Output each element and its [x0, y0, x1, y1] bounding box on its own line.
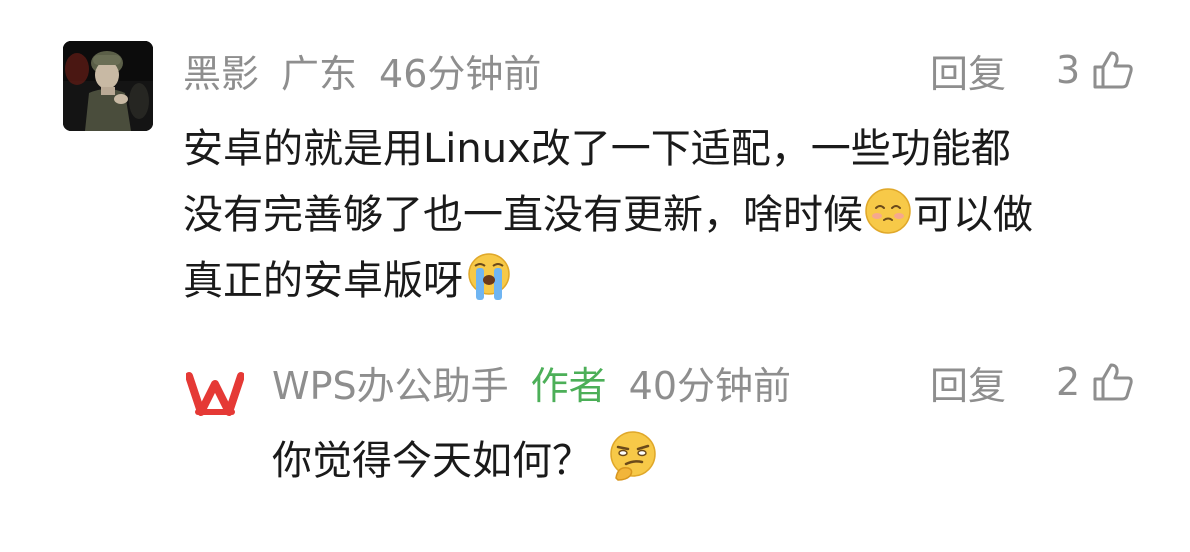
location-label: 广东	[281, 51, 358, 96]
comment-meta: 黑影 广东 46分钟前	[183, 40, 541, 100]
reply-reply-label: 回复	[930, 363, 1007, 408]
comment-line-2-text: 没有完善够了也一直没有更新，啥时候	[183, 192, 863, 238]
comment-line-1: 安卓的就是用Linux改了一下适配，一些功能都	[183, 126, 1011, 172]
loudly-crying-face-icon	[468, 253, 510, 300]
user-avatar[interactable]	[63, 41, 153, 131]
reply-reply-button[interactable]: 回复	[930, 352, 1006, 412]
comment-line-2-tail: 可以做	[913, 192, 1033, 238]
username[interactable]: 黑影	[183, 43, 259, 98]
reply-timestamp: 40分钟前	[628, 363, 791, 408]
pleading-face-icon	[865, 188, 911, 234]
reply-line-1-text: 你觉得今天如何？	[272, 438, 592, 484]
comment-text: 安卓的就是用Linux改了一下适配，一些功能都 没有完善够了也一直没有更新，啥时…	[183, 116, 1033, 314]
reply-text: 你觉得今天如何？	[272, 428, 660, 494]
reply-username[interactable]: WPS办公助手	[272, 355, 509, 410]
reply-label: 回复	[930, 51, 1007, 96]
reply-like-button[interactable]: 2	[1056, 352, 1134, 412]
thumbs-up-icon	[1093, 51, 1133, 89]
wps-logo-icon[interactable]	[186, 366, 244, 422]
reply-like-count: 2	[1056, 360, 1081, 404]
reply-button[interactable]: 回复	[930, 40, 1006, 100]
comment-line-3-text: 真正的安卓版呀	[183, 258, 463, 304]
like-button[interactable]: 3	[1056, 40, 1134, 100]
comment-line-2: 没有完善够了也一直没有更新，啥时候 可以做	[183, 182, 1033, 248]
comment-line-3: 真正的安卓版呀	[183, 248, 1033, 314]
like-count: 3	[1056, 48, 1081, 92]
avatar-photo	[63, 41, 153, 131]
author-badge: 作者	[530, 363, 607, 408]
thinking-smirk-face-icon	[610, 431, 656, 481]
timestamp: 46分钟前	[379, 51, 542, 96]
reply-line-1: 你觉得今天如何？	[272, 428, 660, 494]
thumbs-up-icon	[1093, 363, 1133, 401]
reply-meta: WPS办公助手 作者 40分钟前	[272, 352, 791, 412]
